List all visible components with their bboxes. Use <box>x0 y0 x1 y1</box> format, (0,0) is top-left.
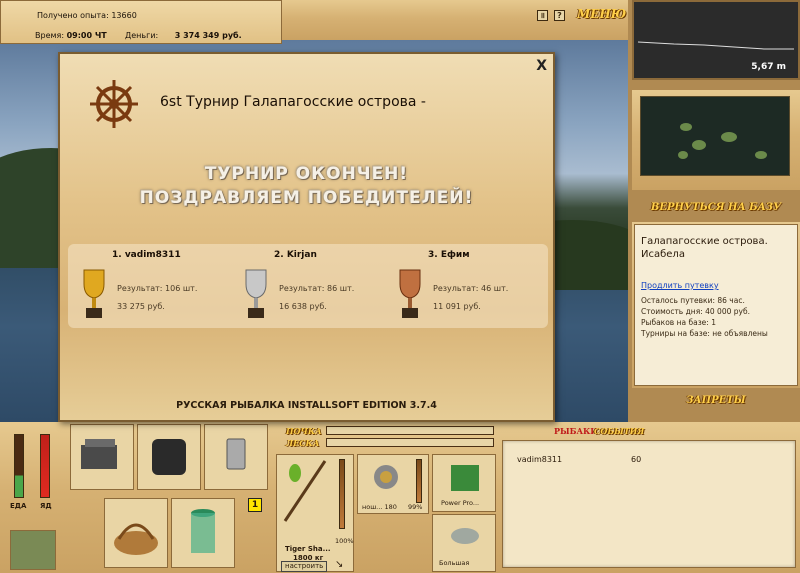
time-value: 09:00 ЧТ <box>66 31 107 40</box>
poison-meter <box>40 434 50 498</box>
winner-1: 1. vadim8311 Результат: 106 шт. 33 275 р… <box>74 244 224 328</box>
food-meter <box>14 434 24 498</box>
tournaments-status: Турниры на базе: не объявлены <box>641 329 768 338</box>
location-info: Галапагосские острова. Исабела Продлить … <box>632 222 800 388</box>
pause-icon: ॥ <box>540 11 545 20</box>
list-item-score: 60 <box>631 455 642 464</box>
remaining-time: Осталось путевки: 86 час. <box>641 296 745 305</box>
reel-name: нош... 180 <box>362 503 397 511</box>
list-item-player: vadim8311 <box>517 455 563 464</box>
money-value: 3 374 349 руб. <box>174 31 242 40</box>
line-label: ЛЕСКА <box>286 438 320 448</box>
close-button[interactable]: X <box>536 58 547 74</box>
top-bar: ॥ ? МЕНЮ <box>282 0 628 40</box>
silver-cup-icon <box>245 269 267 318</box>
bronze-cup-icon <box>399 269 421 318</box>
lure-name: Большая <box>439 559 470 567</box>
edition-footer: РУССКАЯ РЫБАЛКА INSTALLSOFT EDITION 3.7.… <box>176 400 437 411</box>
setup-rod-button[interactable]: настроить <box>281 561 328 572</box>
winner-2-name: 2. Kirjan <box>274 250 317 260</box>
level-badge: 1 <box>248 498 262 512</box>
gold-cup-icon <box>83 269 105 318</box>
rod-name: Tiger Sha... <box>285 545 331 553</box>
depth-sonar: 5,67 m <box>632 0 800 80</box>
experience-label: Получено опыта: <box>37 11 109 20</box>
player-stats: Получено опыта: 13660 Время: 09:00 ЧТ Де… <box>0 0 282 44</box>
winner-3: 3. Ефим Результат: 46 шт. 11 091 руб. <box>390 244 540 328</box>
float-label: ПОЧКА <box>286 426 322 436</box>
mini-map[interactable] <box>632 90 800 190</box>
winners-list: 1. vadim8311 Результат: 106 шт. 33 275 р… <box>68 244 548 328</box>
poison-label: ЯД <box>40 502 52 510</box>
basket-slot[interactable] <box>104 498 168 568</box>
restrictions-button[interactable]: ЗАПРЕТЫ <box>632 395 800 411</box>
winner-2-money: 16 638 руб. <box>279 302 327 311</box>
tournament-title: 6st Турнир Галапагосские острова - <box>160 94 426 110</box>
winner-1-money: 33 275 руб. <box>117 302 165 311</box>
map-image <box>640 96 790 176</box>
winner-3-name: 3. Ефим <box>428 250 470 260</box>
winner-3-money: 11 091 руб. <box>433 302 481 311</box>
experience-value: 13660 <box>111 11 137 20</box>
line-spool-icon <box>451 465 479 491</box>
reel-slot[interactable]: нош... 180 99% <box>357 454 429 514</box>
reel-icon <box>374 465 398 489</box>
bait-slot[interactable]: Power Pro... <box>432 454 496 512</box>
lure-slot[interactable]: Большая <box>432 514 496 572</box>
headline-finished: ТУРНИР ОКОНЧЕН! <box>204 164 409 184</box>
menu-button[interactable]: МЕНЮ <box>577 7 626 21</box>
rod-icon <box>283 460 327 522</box>
winner-1-name: 1. vadim8311 <box>112 250 181 260</box>
rod-durability-bar <box>339 459 345 529</box>
winner-2-result: Результат: 86 шт. <box>279 284 355 293</box>
headline-congrats: ПОЗДРАВЛЯЕМ ПОБЕДИТЕЛЕЙ! <box>139 188 474 208</box>
bottom-panel: ЕДА ЯД 1 ПОЧКА ЛЕСКА 100% Tiger Sha... 1… <box>0 422 800 573</box>
reel-durability-bar <box>416 459 422 503</box>
location-title: Галапагосские острова. Исабела <box>641 236 768 260</box>
rod-slot[interactable]: 100% Tiger Sha... 1800 кг настроить ↘ <box>276 454 354 572</box>
extend-ticket-link[interactable]: Продлить путевку <box>641 281 719 290</box>
bait-name: Power Pro... <box>441 499 480 507</box>
reel-percent: 99% <box>408 503 423 511</box>
food-label: ЕДА <box>10 502 27 510</box>
fishers-count: Рыбаков на базе: 1 <box>641 318 716 327</box>
line-bar <box>326 438 494 447</box>
money-label: Деньги: <box>125 31 159 40</box>
tab-fishers[interactable]: РЫБАКИ <box>554 426 598 436</box>
winner-2: 2. Kirjan Результат: 86 шт. 16 638 руб. <box>236 244 386 328</box>
float-bar <box>326 426 494 435</box>
ship-wheel-icon <box>90 80 138 128</box>
day-cost: Стоимость дня: 40 000 руб. <box>641 307 750 316</box>
tackle-box-slot[interactable] <box>70 424 134 490</box>
phone-slot[interactable] <box>204 424 268 490</box>
move-arrow-icon[interactable]: ↘ <box>335 559 343 570</box>
return-to-base-button[interactable]: ВЕРНУТЬСЯ НА БАЗУ <box>632 202 800 218</box>
backpack-bag-icon[interactable] <box>10 530 56 570</box>
winner-3-result: Результат: 46 шт. <box>433 284 509 293</box>
fish-lure-icon <box>451 528 479 544</box>
pause-button[interactable]: ॥ <box>537 10 548 21</box>
events-list: vadim8311 60 <box>502 440 796 568</box>
keepnet-slot[interactable] <box>171 498 235 568</box>
backpack-slot[interactable] <box>137 424 201 490</box>
rod-percent: 100% <box>335 537 354 545</box>
help-button[interactable]: ? <box>554 10 565 21</box>
depth-value: 5,67 m <box>751 62 786 72</box>
tab-events[interactable]: СОБЫТИЯ <box>594 426 644 436</box>
time-label: Время: <box>35 31 65 40</box>
winner-1-result: Результат: 106 шт. <box>117 284 198 293</box>
tournament-results-dialog: X 6st Турнир Галапагосские острова - ТУР… <box>58 52 555 422</box>
